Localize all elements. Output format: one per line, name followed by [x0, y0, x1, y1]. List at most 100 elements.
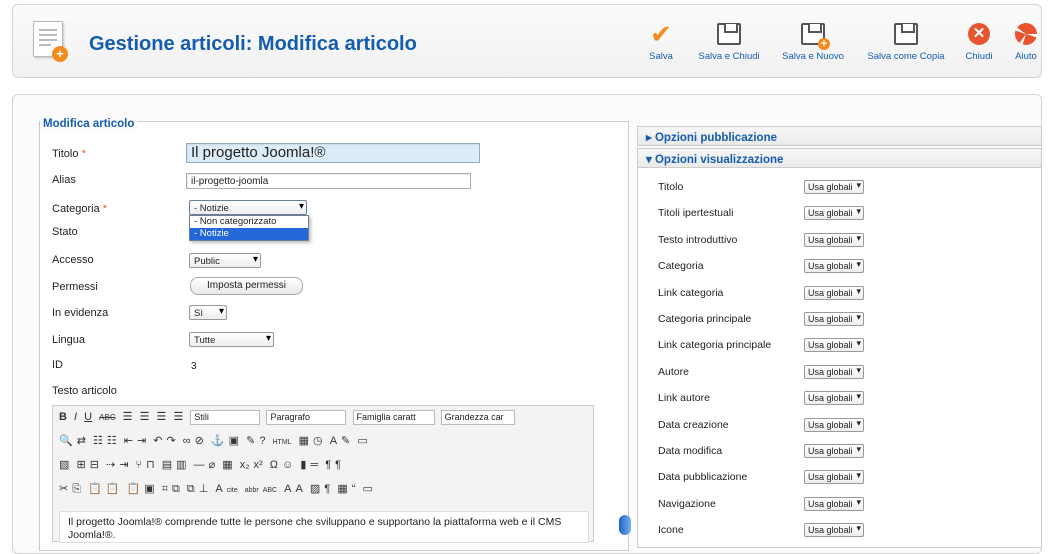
media-icon[interactable]: ▮ — [300, 458, 306, 471]
option-select[interactable]: Usa globali — [804, 180, 864, 194]
font-family-select[interactable]: Famiglia caratt — [352, 410, 435, 425]
merge-icon[interactable]: ⊓ — [146, 458, 155, 471]
option-select[interactable]: Usa globali — [804, 312, 864, 326]
styles-select[interactable]: Stili — [190, 410, 261, 425]
pagebreak-icon[interactable]: ▭ — [362, 482, 372, 495]
save-close-button[interactable]: Salva e Chiudi — [689, 19, 769, 71]
close-button[interactable]: ✕ Chiudi — [959, 19, 999, 71]
insert-layer-icon[interactable]: ⌗ — [162, 483, 168, 496]
title-input[interactable]: Il progetto Joomla!® — [186, 143, 480, 163]
option-select[interactable]: Usa globali — [804, 338, 864, 353]
subscript-icon[interactable]: x₂ — [240, 459, 250, 471]
remove-format-icon[interactable]: ⌀ — [209, 458, 216, 471]
option-select[interactable]: Usa globali — [804, 285, 864, 300]
hr-icon[interactable]: — — [194, 459, 205, 471]
template-icon[interactable]: ▦ — [337, 482, 347, 495]
format-select[interactable]: Paragrafo — [266, 410, 347, 425]
save-button[interactable]: ✔ Salva — [641, 19, 681, 71]
paste-word-icon[interactable]: 📋 — [127, 482, 141, 495]
cite-icon[interactable]: cite — [227, 487, 238, 494]
copy-icon[interactable]: ⎘ — [72, 483, 81, 496]
undo-icon[interactable]: ↶ — [153, 434, 162, 447]
cut-icon[interactable]: ✂ — [59, 482, 68, 495]
acronym-icon[interactable]: ABC — [263, 487, 277, 494]
visual-aid-icon[interactable]: ▦ — [222, 458, 232, 471]
option-select[interactable]: Usa globali — [804, 444, 864, 458]
option-select[interactable]: Usa globali — [804, 391, 864, 406]
option-select[interactable]: Usa globali — [804, 470, 864, 485]
emoticon-icon[interactable]: ☺ — [282, 459, 293, 471]
indent-icon[interactable]: ⇥ — [137, 434, 146, 447]
category-option-selected[interactable]: - Notizie — [190, 228, 308, 240]
absolute-icon[interactable]: ⊥ — [199, 482, 209, 495]
move-forward-icon[interactable]: ⧉ — [172, 483, 180, 496]
time-icon[interactable]: ◷ — [313, 434, 323, 447]
style-props-icon[interactable]: A — [215, 483, 222, 495]
underline-icon[interactable]: U — [84, 411, 92, 423]
align-left-icon[interactable]: ☰ — [123, 410, 133, 423]
blockquote-icon[interactable]: “ — [352, 483, 356, 495]
visual-chars-icon[interactable]: ¶ — [324, 483, 330, 495]
find-icon[interactable]: 🔍 — [59, 434, 73, 447]
category-select[interactable]: - Notizie — [189, 200, 307, 215]
option-select[interactable]: Usa globali — [804, 206, 864, 221]
special-char-icon[interactable]: Ω — [270, 459, 278, 471]
access-select[interactable]: Public — [189, 253, 261, 268]
fullscreen-icon[interactable]: ▭ — [357, 434, 367, 447]
table-icon[interactable]: ⊞ — [76, 458, 85, 471]
option-select[interactable]: Usa globali — [804, 232, 864, 247]
save-new-button[interactable]: Salva e Nuovo — [773, 19, 853, 71]
move-backward-icon[interactable]: ⧉ — [187, 483, 195, 496]
align-right-icon[interactable]: ☰ — [157, 410, 167, 423]
language-select[interactable]: Tutte — [189, 332, 274, 347]
date-icon[interactable]: ▦ — [299, 434, 309, 447]
ltr-icon[interactable]: ¶ — [325, 459, 331, 471]
help-editor-icon[interactable]: ? — [259, 435, 265, 447]
image-icon[interactable]: ▣ — [229, 434, 239, 447]
editor-content[interactable]: Il progetto Joomla!® comprende tutte le … — [59, 511, 589, 543]
option-select[interactable]: Usa globali — [804, 417, 864, 432]
align-center-icon[interactable]: ☰ — [140, 410, 150, 423]
html-icon[interactable]: HTML — [273, 439, 292, 446]
featured-select[interactable]: Sì — [189, 305, 227, 320]
redo-icon[interactable]: ↷ — [167, 434, 176, 447]
table-row-icon[interactable]: ⊟ — [90, 458, 99, 471]
numbered-list-icon[interactable]: ☷ — [107, 434, 117, 447]
superscript-row-icon[interactable]: ⇢ — [106, 458, 115, 471]
align-justify-icon[interactable]: ☰ — [173, 410, 183, 423]
category-option[interactable]: - Non categorizzato — [190, 216, 308, 228]
highlight-icon[interactable]: ✎ — [341, 434, 350, 447]
publishing-options-header[interactable]: ▸ Opzioni pubblicazione — [637, 126, 1042, 146]
attributes-icon[interactable]: ▨ — [310, 482, 320, 495]
edit-image-icon[interactable]: ▧ — [59, 458, 69, 471]
abbr-icon[interactable]: abbr — [245, 487, 259, 494]
paste-icon[interactable]: 📋 — [88, 482, 102, 495]
help-button[interactable]: Aiuto — [1009, 19, 1041, 71]
unlink-icon[interactable]: ⊘ — [195, 434, 204, 447]
superscript-icon[interactable]: x² — [254, 459, 263, 471]
del-icon[interactable]: A — [284, 483, 291, 495]
paste-text-icon[interactable]: 📋 — [106, 482, 120, 495]
display-options-header[interactable]: ▾ Opzioni visualizzazione — [637, 148, 1042, 168]
option-select[interactable]: Usa globali — [804, 496, 864, 511]
replace-icon[interactable]: ⇄ — [77, 434, 86, 447]
nonbreaking-icon[interactable]: ═ — [310, 459, 318, 471]
anchor-icon[interactable]: ⚓ — [211, 434, 225, 447]
table-props-icon[interactable]: ▤ — [162, 458, 172, 471]
option-select[interactable]: Usa globali — [804, 523, 864, 538]
cleanup-icon[interactable]: ✎ — [246, 434, 255, 447]
table-col-icon[interactable]: ⇥ — [119, 458, 128, 471]
split-icon[interactable]: ⑂ — [135, 459, 142, 471]
rtl-icon[interactable]: ¶ — [335, 459, 341, 471]
alias-input[interactable]: il-progetto-joomla — [186, 173, 471, 189]
text-color-icon[interactable]: A — [330, 435, 337, 447]
bullet-list-icon[interactable]: ☷ — [93, 434, 103, 447]
editor-scrollbar[interactable] — [619, 515, 631, 535]
save-copy-button[interactable]: Salva come Copia — [858, 19, 954, 71]
italic-icon[interactable]: I — [74, 411, 77, 423]
font-size-select[interactable]: Grandezza car — [440, 410, 515, 425]
strikethrough-icon[interactable]: ABC — [99, 413, 115, 422]
bold-icon[interactable]: B — [59, 411, 67, 423]
option-select[interactable]: Usa globali — [804, 364, 864, 379]
ins-icon[interactable]: A — [296, 483, 303, 495]
